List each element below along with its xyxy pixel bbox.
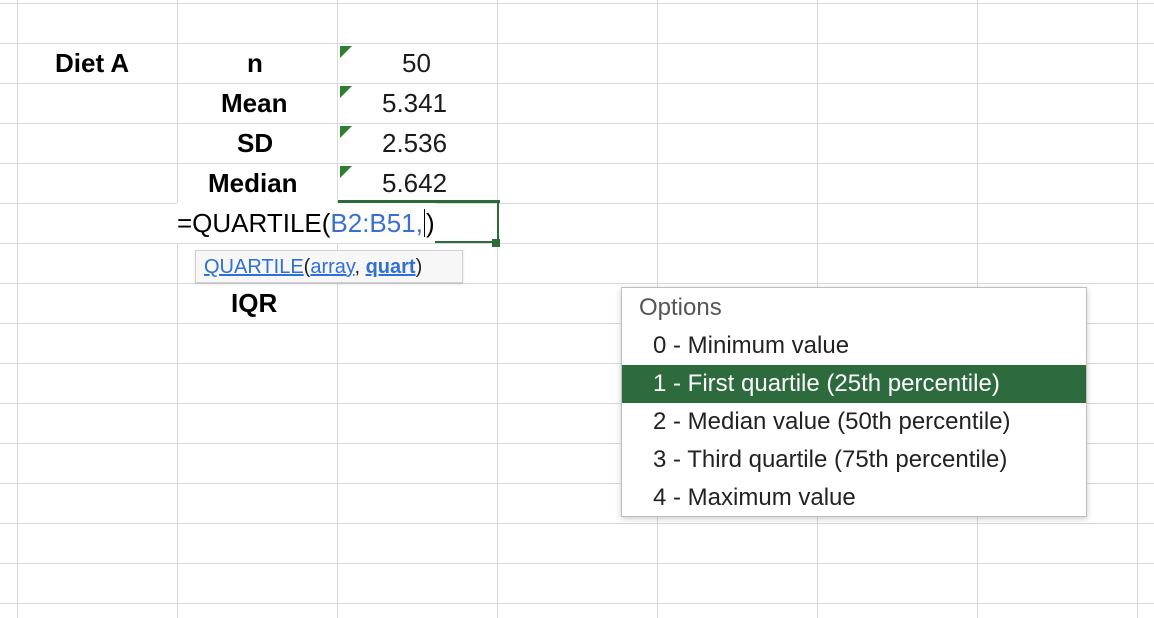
argument-array-link[interactable]: array [310, 256, 354, 278]
argument-quart-link[interactable]: quart [366, 256, 416, 278]
iqr-label[interactable]: IQR [231, 283, 277, 323]
tooltip-close-paren: ) [415, 256, 423, 278]
formula-edit-cell[interactable]: =QUARTILE(B2:B51,) [177, 203, 435, 243]
function-name-link[interactable]: QUARTILE [204, 256, 304, 278]
group-label-cell[interactable]: Diet A [55, 43, 129, 83]
stat-label-n[interactable]: n [247, 43, 263, 83]
formula-warning-flag-icon[interactable] [340, 126, 352, 138]
tooltip-comma: , [354, 256, 366, 278]
quart-options-dropdown[interactable]: Options 0 - Minimum value 1 - First quar… [621, 287, 1087, 517]
stat-value-median[interactable]: 5.642 [382, 163, 447, 203]
formula-suffix: ) [425, 208, 435, 238]
stat-value-mean[interactable]: 5.341 [382, 83, 447, 123]
stat-value-sd[interactable]: 2.536 [382, 123, 447, 163]
formula-separator: , [415, 208, 423, 238]
stat-label-sd[interactable]: SD [237, 123, 273, 163]
stat-label-mean[interactable]: Mean [221, 83, 287, 123]
option-item-minimum[interactable]: 0 - Minimum value [622, 327, 1086, 365]
stat-label-median[interactable]: Median [208, 163, 298, 203]
option-item-median[interactable]: 2 - Median value (50th percentile) [622, 403, 1086, 441]
fill-handle[interactable] [492, 239, 500, 247]
text-cursor [423, 209, 425, 237]
formula-warning-flag-icon[interactable] [340, 46, 352, 58]
stat-value-n[interactable]: 50 [402, 43, 431, 83]
option-item-first-quartile[interactable]: 1 - First quartile (25th percentile) [622, 365, 1086, 403]
function-signature-tooltip: QUARTILE(array, quart) [195, 250, 463, 283]
option-item-third-quartile[interactable]: 3 - Third quartile (75th percentile) [622, 441, 1086, 479]
formula-range-reference: B2:B51 [330, 208, 416, 238]
option-item-maximum[interactable]: 4 - Maximum value [622, 479, 1086, 517]
formula-prefix: =QUARTILE( [177, 208, 331, 238]
formula-warning-flag-icon[interactable] [340, 86, 352, 98]
dropdown-header: Options [639, 294, 722, 321]
formula-warning-flag-icon[interactable] [340, 166, 352, 178]
